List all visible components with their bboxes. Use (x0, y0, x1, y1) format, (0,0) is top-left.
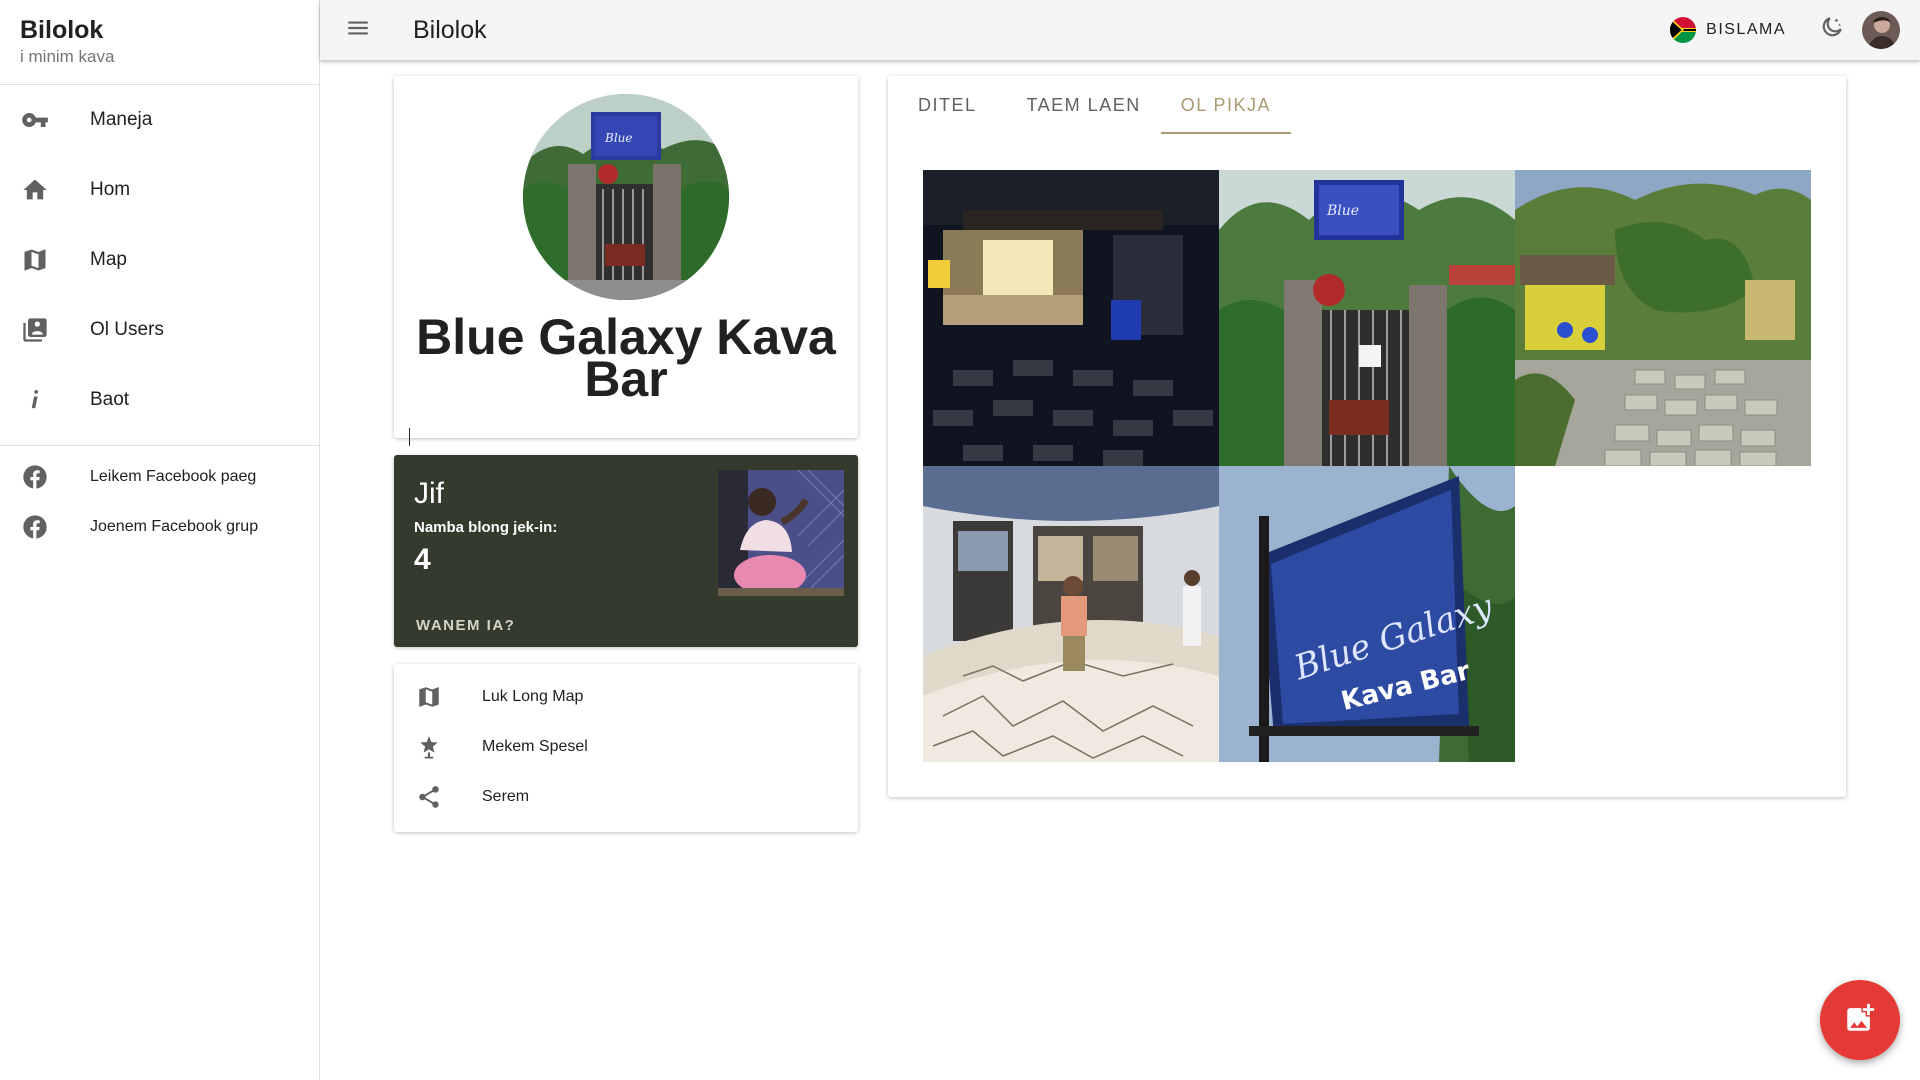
sidebar-link-label: Leikem Facebook paeg (90, 468, 257, 485)
chief-card: Jif Namba blong jek-in: 4 WANEM IA? (394, 455, 858, 647)
sidebar-link-label: Joenem Facebook grup (90, 518, 259, 535)
tab-bar: DITEL TAEM LAEN OL PIKJA (888, 76, 1292, 134)
share-button[interactable]: Serem (414, 772, 529, 822)
app-subtitle: i minim kava (20, 47, 115, 66)
tab-photos[interactable]: OL PIKJA (1160, 76, 1292, 134)
sidebar-item-label: Map (90, 249, 127, 270)
add-photo-icon (1843, 1001, 1877, 1040)
profile-photo: Blue (523, 94, 729, 300)
page-title: Bilolok (413, 15, 487, 44)
gallery-photo[interactable] (1515, 170, 1811, 466)
checkin-count-label: Namba blong jek-in: (414, 519, 558, 536)
tab-details[interactable]: DITEL (898, 76, 997, 134)
share-icon (414, 782, 444, 812)
gallery-card: DITEL TAEM LAEN OL PIKJA Blue Blue Galax… (888, 76, 1846, 797)
make-special-button[interactable]: Mekem Spesel (414, 722, 588, 772)
action-label: Mekem Spesel (482, 738, 588, 755)
sidebar-link-facebook-group[interactable]: Joenem Facebook grup (0, 502, 319, 552)
facebook-icon (20, 462, 50, 492)
sidebar-divider (0, 445, 319, 446)
photo-grid: Blue Blue Galaxy Kava Bar (923, 170, 1811, 762)
chief-photo[interactable] (718, 470, 844, 596)
users-icon (20, 315, 50, 345)
top-app-bar: Bilolok BISLAMA (320, 0, 1920, 60)
svg-text:Blue: Blue (604, 131, 633, 145)
svg-text:Blue: Blue (1326, 203, 1359, 219)
vanuatu-flag-icon (1670, 17, 1697, 43)
brand: Bilolok i minim kava (0, 0, 319, 85)
actions-card: Luk Long Map Mekem Spesel Serem (394, 664, 858, 832)
chief-title: Jif (414, 477, 444, 510)
what-is-this-link[interactable]: WANEM IA? (416, 617, 515, 634)
text-cursor (409, 428, 410, 446)
theme-toggle-button[interactable] (1816, 15, 1846, 45)
topbar-actions: BISLAMA (1670, 0, 1900, 60)
star-icon (414, 732, 444, 762)
sidebar: Bilolok i minim kava Maneja Hom Map Ol U… (0, 0, 320, 1080)
sidebar-nav: Maneja Hom Map Ol Users Baot Leikem Face… (0, 85, 319, 552)
checkin-count: 4 (414, 543, 431, 576)
gallery-photo[interactable] (923, 466, 1219, 762)
facebook-icon (20, 512, 50, 542)
view-on-map-button[interactable]: Luk Long Map (414, 672, 583, 722)
gallery-photo[interactable] (923, 170, 1219, 466)
language-label: BISLAMA (1706, 21, 1786, 38)
add-photo-button[interactable] (1820, 980, 1900, 1060)
gallery-photo[interactable]: Blue Galaxy Kava Bar (1219, 466, 1515, 762)
language-button[interactable]: BISLAMA (1670, 17, 1786, 43)
sidebar-item-label: Maneja (90, 109, 153, 130)
home-icon (20, 175, 50, 205)
action-label: Luk Long Map (482, 688, 584, 705)
sidebar-item-map[interactable]: Map (0, 225, 319, 295)
sidebar-item-label: Baot (90, 389, 130, 410)
gallery-photo[interactable]: Blue (1219, 170, 1515, 466)
sidebar-item-ol-users[interactable]: Ol Users (0, 295, 319, 365)
tab-timeline[interactable]: TAEM LAEN (1007, 76, 1161, 134)
key-icon (20, 105, 50, 135)
sidebar-item-label: Ol Users (90, 319, 164, 340)
user-avatar[interactable] (1862, 11, 1900, 49)
action-label: Serem (482, 788, 530, 805)
menu-icon (345, 15, 371, 46)
map-icon (20, 245, 50, 275)
profile-card: Blue Blue Galaxy Kava Bar (394, 76, 858, 438)
menu-button[interactable] (343, 15, 373, 45)
app-title: Bilolok (20, 16, 104, 44)
sidebar-item-maneja[interactable]: Maneja (0, 85, 319, 155)
sidebar-item-hom[interactable]: Hom (0, 155, 319, 225)
sidebar-item-label: Hom (90, 179, 131, 200)
map-icon (414, 682, 444, 712)
moon-icon (1818, 15, 1844, 46)
sidebar-item-baot[interactable]: Baot (0, 365, 319, 435)
sidebar-link-facebook-page[interactable]: Leikem Facebook paeg (0, 452, 319, 502)
info-icon (20, 385, 50, 415)
bar-name: Blue Galaxy Kava Bar (416, 309, 836, 407)
